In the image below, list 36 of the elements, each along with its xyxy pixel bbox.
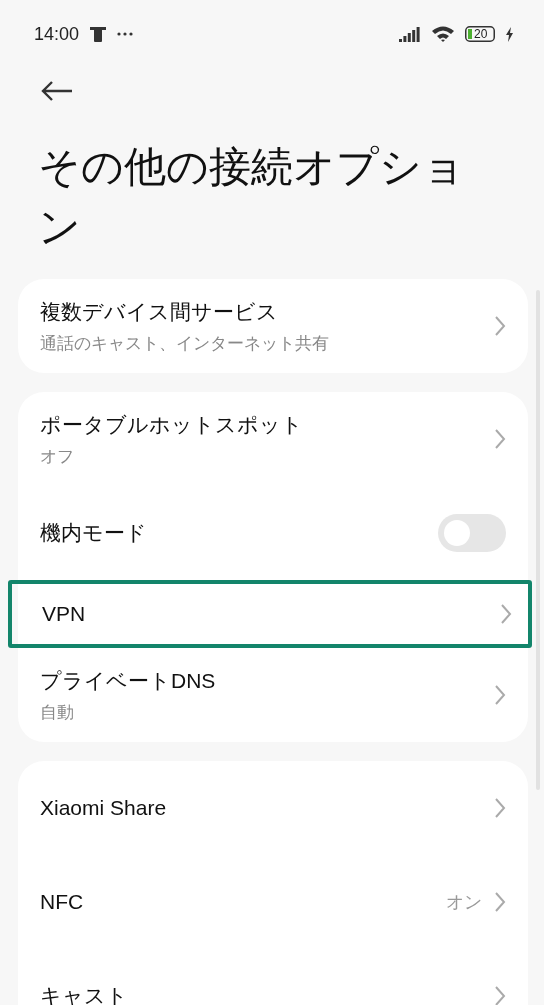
row-label: VPN [42,602,87,626]
row-value: オン [446,891,482,914]
phone-icon [89,25,108,43]
settings-row[interactable]: 機内モード [18,486,528,580]
chevron-right-icon [494,684,506,706]
settings-row[interactable]: ポータブルホットスポット オフ [18,392,528,486]
settings-row[interactable]: プライベートDNS 自動 [18,648,528,742]
settings-row[interactable]: Xiaomi Share [18,761,528,855]
row-label: 複数デバイス間サービス [40,298,279,325]
more-icon [117,32,134,36]
row-label: キャスト [40,983,129,1005]
status-time: 14:00 [34,23,80,45]
settings-row[interactable]: NFC オン [18,855,528,949]
settings-row[interactable]: 複数デバイス間サービス 通話のキャスト、インターネット共有 [18,279,528,373]
battery-level: 20 [474,27,488,41]
chevron-right-icon [500,603,512,625]
signal-icon [399,26,421,42]
row-label: NFC [40,890,85,914]
chevron-right-icon [494,428,506,450]
settings-row[interactable]: キャスト [18,949,528,1005]
row-label: 機内モード [40,520,148,546]
toggle-switch[interactable] [438,514,506,552]
chevron-right-icon [494,985,506,1005]
wifi-icon [431,25,455,43]
page-title: その他の接続オプション [38,142,466,252]
row-subtitle: オフ [40,445,75,468]
battery-icon [465,26,495,42]
row-subtitle: 自動 [40,701,75,724]
row-label: ポータブルホットスポット [40,411,304,438]
row-label: プライベートDNS [40,667,217,694]
chevron-right-icon [494,891,506,913]
chevron-right-icon [494,315,506,337]
row-label: Xiaomi Share [40,796,168,820]
row-subtitle: 通話のキャスト、インターネット共有 [40,332,330,355]
chevron-right-icon [494,797,506,819]
settings-row[interactable]: VPN [8,580,532,648]
